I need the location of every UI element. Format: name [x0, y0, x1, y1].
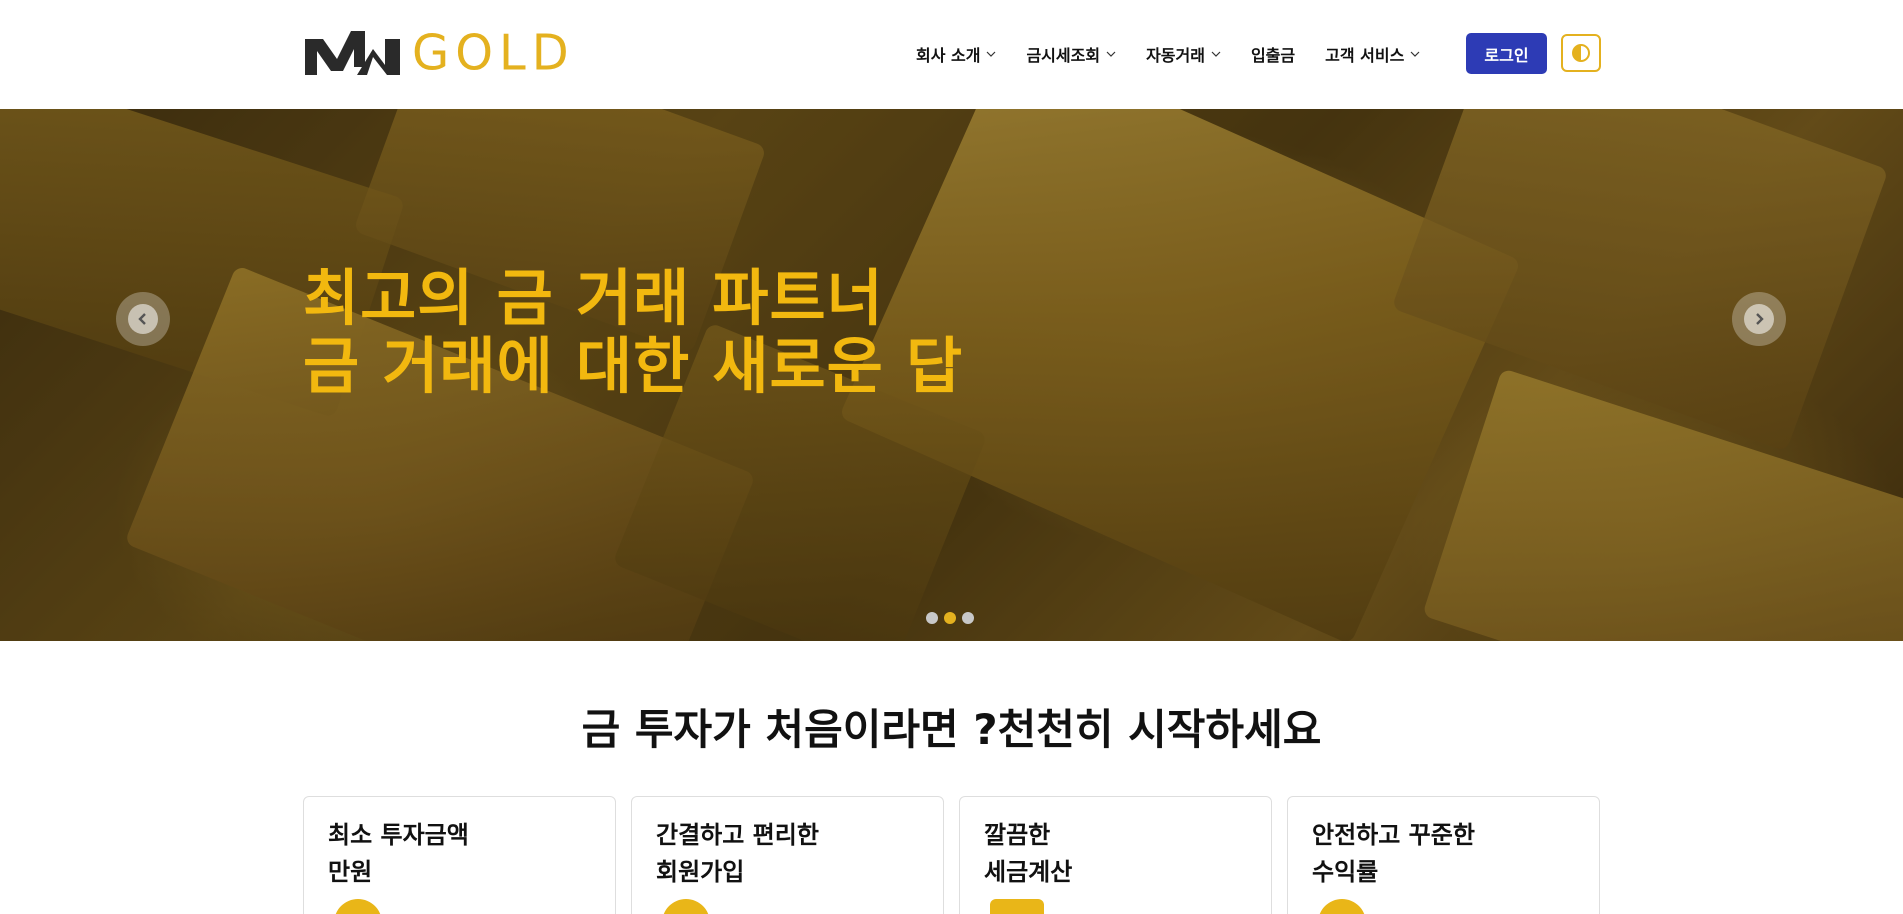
card-title-line: 세금계산 [984, 858, 1073, 886]
login-button[interactable]: 로그인 [1466, 33, 1547, 74]
carousel-next-button[interactable] [1732, 292, 1786, 346]
chevron-left-icon [138, 313, 146, 325]
carousel-dot-1[interactable] [926, 612, 938, 624]
card-title-line: 간결하고 편리한 [656, 821, 819, 849]
nav-item-label: 자동거래 [1146, 46, 1205, 65]
hero-title-line: 최고의 금 거래 파트너 [303, 263, 884, 334]
logo-text: GOLD [412, 24, 575, 82]
nav-item-customer-service[interactable]: 고객 서비스 [1325, 42, 1420, 66]
chevron-down-icon [1410, 51, 1420, 57]
site-header: GOLD 회사 소개 금시세조회 자동거래 입출금 고객 서비스 로그인 [0, 0, 1903, 109]
card-title-line: 안전하고 꾸준한 [1312, 821, 1475, 849]
contrast-icon [1572, 44, 1590, 62]
card-title-line: 수익률 [1312, 858, 1379, 886]
logo-mark-icon [305, 31, 400, 75]
nav-item-gold-price[interactable]: 금시세조회 [1026, 42, 1116, 66]
theme-toggle-button[interactable] [1561, 34, 1601, 72]
card-title-line: 최소 투자금액 [328, 821, 469, 849]
chevron-down-icon [987, 51, 996, 57]
card-title-line: 만원 [328, 858, 373, 886]
chevron-down-icon [1106, 51, 1116, 57]
nav-item-label: 입출금 [1250, 46, 1296, 65]
nav-item-label: 금시세조회 [1026, 46, 1101, 65]
hero-title: 최고의 금 거래 파트너 금 거래에 대한 새로운 답 [303, 265, 963, 401]
hero-title-line: 금 거래에 대한 새로운 답 [303, 331, 964, 402]
nav-item-label: 회사 소개 [916, 46, 981, 65]
feature-card-returns[interactable]: 안전하고 꾸준한 수익률 [1287, 796, 1600, 914]
carousel-indicators [926, 612, 980, 624]
feature-card-signup[interactable]: 간결하고 편리한 회원가입 [631, 796, 944, 914]
chart-icon [1318, 899, 1366, 914]
nav-item-label: 고객 서비스 [1325, 46, 1405, 65]
chevron-down-icon [1211, 51, 1221, 57]
nav-item-company[interactable]: 회사 소개 [916, 42, 996, 66]
logo[interactable]: GOLD [305, 24, 575, 82]
nav-item-deposit-withdraw[interactable]: 입출금 [1251, 42, 1295, 66]
hero-carousel: 최고의 금 거래 파트너 금 거래에 대한 새로운 답 [0, 109, 1903, 641]
feature-cards: 최소 투자금액 만원 간결하고 편리한 회원가입 깔끔한 세금계산 안전하고 꾸… [303, 796, 1615, 914]
carousel-dot-3[interactable] [962, 612, 974, 624]
coin-icon [334, 899, 382, 914]
main-nav: 회사 소개 금시세조회 자동거래 입출금 고객 서비스 [916, 37, 1450, 71]
card-title-line: 회원가입 [656, 858, 745, 886]
card-title-line: 깔끔한 [984, 821, 1051, 849]
user-icon [662, 899, 710, 914]
carousel-dot-2[interactable] [944, 612, 956, 624]
carousel-prev-button[interactable] [116, 292, 170, 346]
nav-item-auto-trade[interactable]: 자동거래 [1146, 42, 1221, 66]
section-title: 금 투자가 처음이라면 ?천천히 시작하세요 [581, 705, 1322, 754]
feature-card-min-investment[interactable]: 최소 투자금액 만원 [303, 796, 616, 914]
feature-card-tax[interactable]: 깔끔한 세금계산 [959, 796, 1272, 914]
calculator-icon [990, 899, 1044, 914]
chevron-right-icon [1756, 313, 1764, 325]
